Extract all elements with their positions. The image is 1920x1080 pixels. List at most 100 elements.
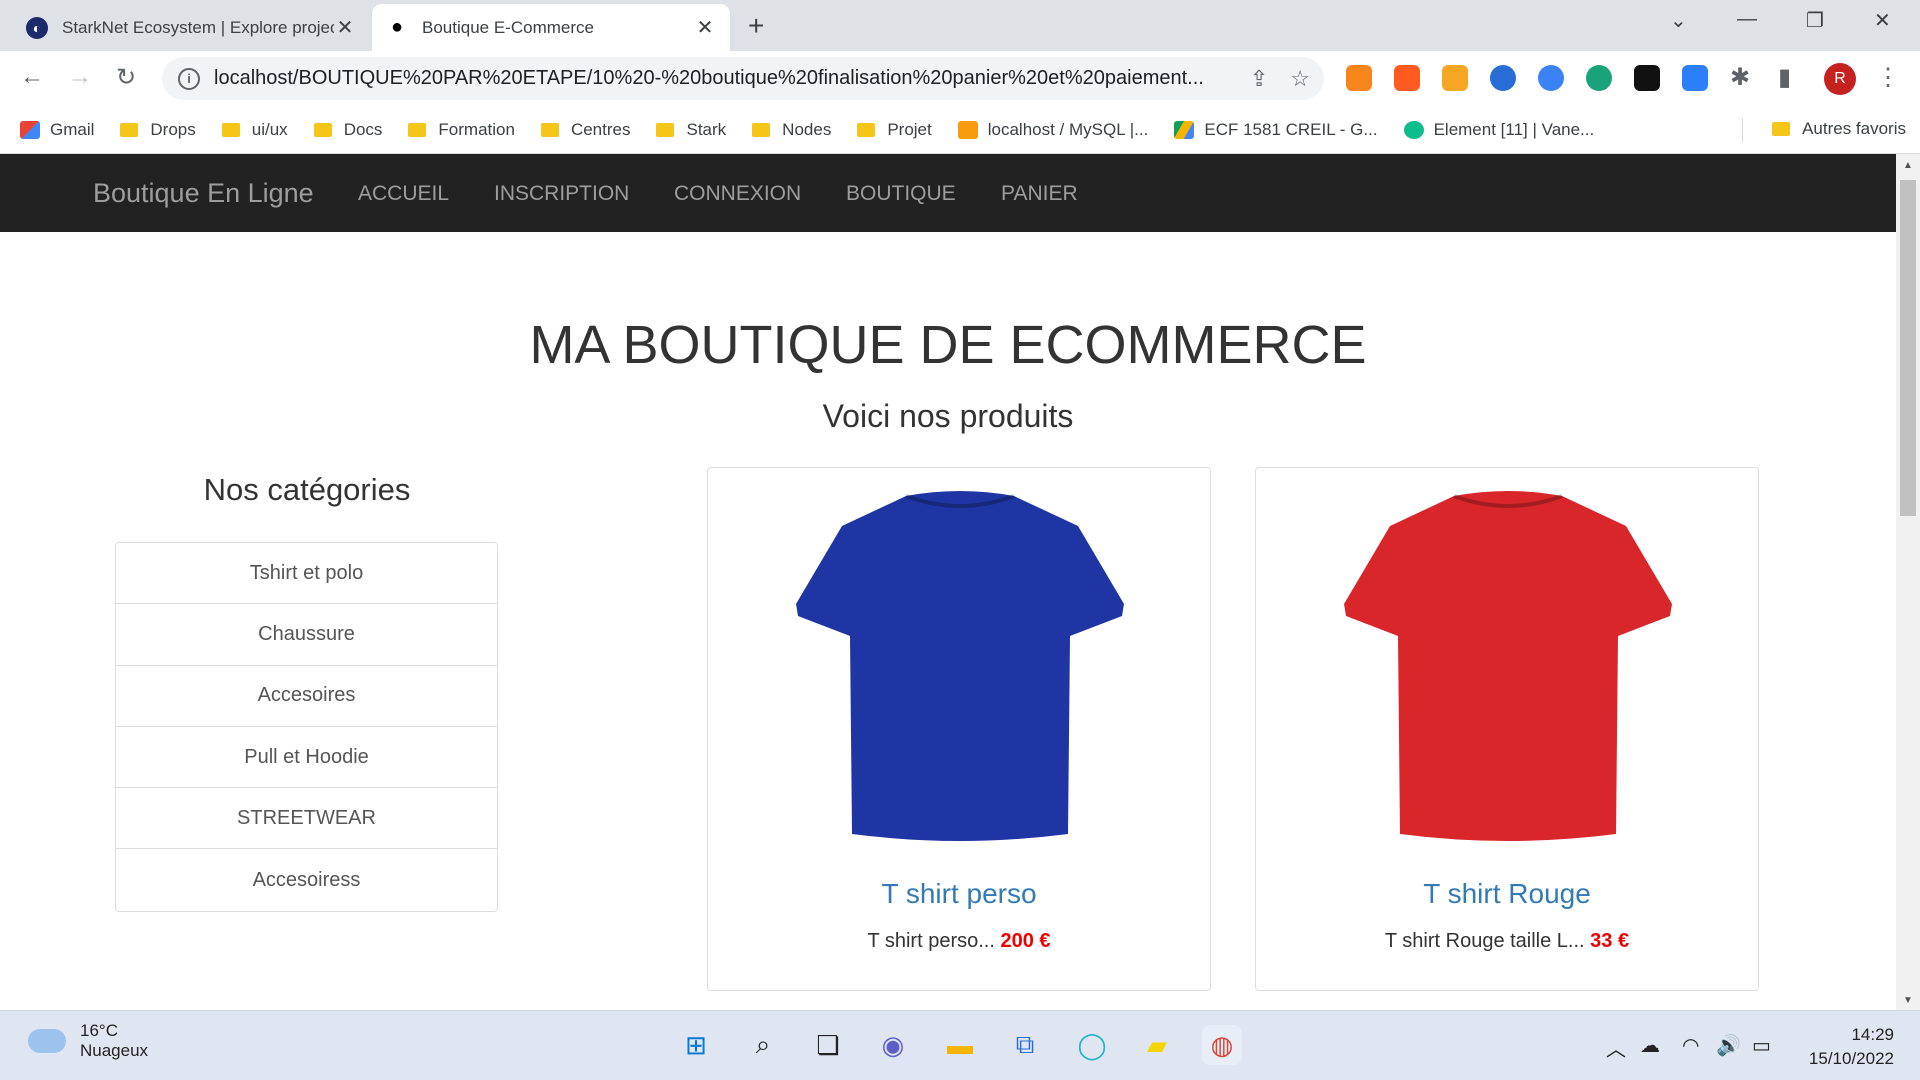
nav-connexion[interactable]: CONNEXION (674, 182, 801, 206)
weather-widget[interactable]: 16°C Nuageux (28, 1021, 148, 1061)
scrollbar-thumb[interactable] (1900, 180, 1916, 516)
sticky-notes-icon[interactable]: ▰ (1137, 1025, 1177, 1065)
file-explorer-icon[interactable]: ▬ (940, 1025, 980, 1065)
reload-button[interactable]: ↻ (116, 63, 136, 92)
other-bookmarks[interactable]: Autres favoris (1772, 119, 1906, 139)
page-scrollbar[interactable]: ▲ ▼ (1896, 154, 1920, 1010)
product-card[interactable]: T shirt perso T shirt perso... 200 € (707, 467, 1211, 991)
bookmark-label: Stark (686, 119, 727, 139)
address-bar[interactable]: i localhost/BOUTIQUE%20PAR%20ETAPE/10%20… (162, 57, 1324, 100)
close-window-button[interactable]: ✕ (1874, 8, 1891, 33)
bookmark-folder[interactable]: ui/ux (221, 119, 288, 140)
bookmark-folder[interactable]: Nodes (752, 120, 831, 140)
product-price: 200 € (1000, 930, 1051, 952)
bookmark-label: ui/ux (251, 119, 288, 139)
avatar[interactable]: R (1824, 63, 1856, 95)
bookmark-phpmyadmin[interactable]: localhost / MySQL |... (957, 119, 1149, 140)
tab-boutique[interactable]: ● Boutique E-Commerce ✕ (372, 4, 730, 51)
gmail-icon (20, 120, 40, 139)
wifi-icon[interactable]: ◠ (1682, 1033, 1699, 1058)
category-item[interactable]: Chaussure (116, 604, 497, 666)
product-card[interactable]: T shirt Rouge T shirt Rouge taille L... … (1255, 467, 1759, 991)
chevron-up-icon[interactable]: ︿ (1606, 1033, 1626, 1062)
bookmark-label: ECF 1581 CREIL - G... (1204, 119, 1378, 139)
site-brand[interactable]: Boutique En Ligne (93, 178, 314, 209)
bookmark-label: Autres favoris (1802, 119, 1906, 138)
tab-search-icon[interactable]: ⌄ (1670, 8, 1687, 33)
category-item[interactable]: Accesoires (116, 666, 497, 727)
drive-icon (1174, 120, 1195, 139)
product-image[interactable] (1326, 486, 1690, 856)
category-item[interactable]: Pull et Hoodie (116, 727, 497, 789)
chat-icon[interactable]: ◉ (873, 1025, 913, 1065)
clock-time: 14:29 (1851, 1025, 1894, 1044)
menu-icon[interactable]: ⋮ (1876, 63, 1900, 92)
bookmark-label: Centres (570, 119, 631, 139)
extension-icon[interactable] (1538, 65, 1564, 91)
info-icon[interactable]: i (178, 67, 200, 90)
tab-starknet[interactable]: ◐ StarkNet Ecosystem | Explore projects … (12, 4, 370, 51)
scroll-up-icon[interactable]: ▲ (1903, 160, 1913, 171)
share-icon[interactable]: ⇪ (1250, 66, 1268, 92)
forward-button[interactable]: → (68, 63, 92, 91)
phpmyadmin-icon (957, 120, 978, 139)
side-panel-icon[interactable]: ▮ (1778, 63, 1791, 92)
back-button[interactable]: ← (20, 63, 44, 91)
product-name[interactable]: T shirt perso (708, 878, 1210, 910)
folder-icon (313, 122, 332, 137)
volume-icon[interactable]: 🔊 (1716, 1033, 1741, 1058)
extension-icon[interactable] (1586, 65, 1612, 91)
tshirt-shape (796, 491, 1124, 841)
extension-icon[interactable] (1394, 65, 1420, 91)
bookmark-drive[interactable]: ECF 1581 CREIL - G... (1174, 119, 1378, 140)
bookmark-folder[interactable]: Projet (857, 120, 932, 140)
close-icon[interactable]: ✕ (694, 15, 716, 40)
new-tab-button[interactable]: + (748, 10, 764, 42)
task-view-icon[interactable]: ❏ (808, 1025, 848, 1065)
close-icon[interactable]: ✕ (334, 15, 356, 40)
bookmark-folder[interactable]: Stark (656, 120, 726, 140)
page-subtitle: Voici nos produits (822, 398, 1074, 434)
windows-start-icon[interactable]: ⊞ (676, 1025, 716, 1065)
bookmark-gmail[interactable]: Gmail (20, 120, 94, 140)
nav-panier[interactable]: PANIER (1001, 182, 1078, 206)
divider (1742, 118, 1743, 142)
bookmark-label: localhost / MySQL |... (987, 119, 1149, 139)
category-item[interactable]: Accesoiress (116, 849, 497, 910)
category-item[interactable]: Tshirt et polo (116, 543, 497, 605)
nav-inscription[interactable]: INSCRIPTION (494, 182, 629, 206)
url-text[interactable]: localhost/BOUTIQUE%20PAR%20ETAPE/10%20-%… (214, 67, 1214, 90)
product-image[interactable] (778, 486, 1142, 856)
site-navbar: Boutique En Ligne ACCUEIL INSCRIPTION CO… (0, 154, 1896, 232)
network-app-icon[interactable]: ⧉ (1005, 1025, 1045, 1065)
element-icon (1403, 120, 1424, 139)
nav-accueil[interactable]: ACCUEIL (358, 182, 449, 206)
search-icon[interactable]: ⌕ (743, 1025, 783, 1065)
extension-icon[interactable] (1442, 65, 1468, 91)
extension-icon[interactable] (1682, 65, 1708, 91)
minimize-button[interactable]: — (1737, 8, 1757, 31)
puzzle-icon[interactable]: ✱ (1730, 63, 1750, 92)
bookmark-folder[interactable]: Drops (120, 120, 196, 140)
category-item[interactable]: STREETWEAR (116, 788, 497, 850)
restore-button[interactable]: ❐ (1806, 8, 1824, 33)
metamask-icon[interactable] (1346, 65, 1372, 91)
opera-icon[interactable]: ◯ (1072, 1025, 1112, 1065)
bookmark-folder[interactable]: Centres (540, 119, 631, 140)
chrome-icon[interactable]: ◍ (1202, 1025, 1242, 1065)
system-clock[interactable]: 14:29 15/10/2022 (1790, 1023, 1894, 1071)
extension-icon[interactable] (1490, 65, 1516, 91)
battery-icon[interactable]: ▭ (1752, 1033, 1771, 1058)
star-icon[interactable]: ☆ (1290, 66, 1310, 92)
extension-icon[interactable] (1634, 65, 1660, 91)
scroll-down-icon[interactable]: ▼ (1903, 995, 1913, 1006)
bookmark-element[interactable]: Element [11] | Vane... (1403, 120, 1594, 140)
nav-boutique[interactable]: BOUTIQUE (846, 182, 956, 206)
bookmark-folder[interactable]: Formation (408, 120, 515, 140)
cloud-icon (28, 1029, 66, 1053)
categories-list: Tshirt et polo Chaussure Accesoires Pull… (115, 542, 498, 912)
folder-icon (656, 122, 675, 137)
bookmark-folder[interactable]: Docs (313, 120, 382, 140)
product-name[interactable]: T shirt Rouge (1256, 878, 1758, 910)
onedrive-icon[interactable]: ☁ (1640, 1033, 1660, 1058)
